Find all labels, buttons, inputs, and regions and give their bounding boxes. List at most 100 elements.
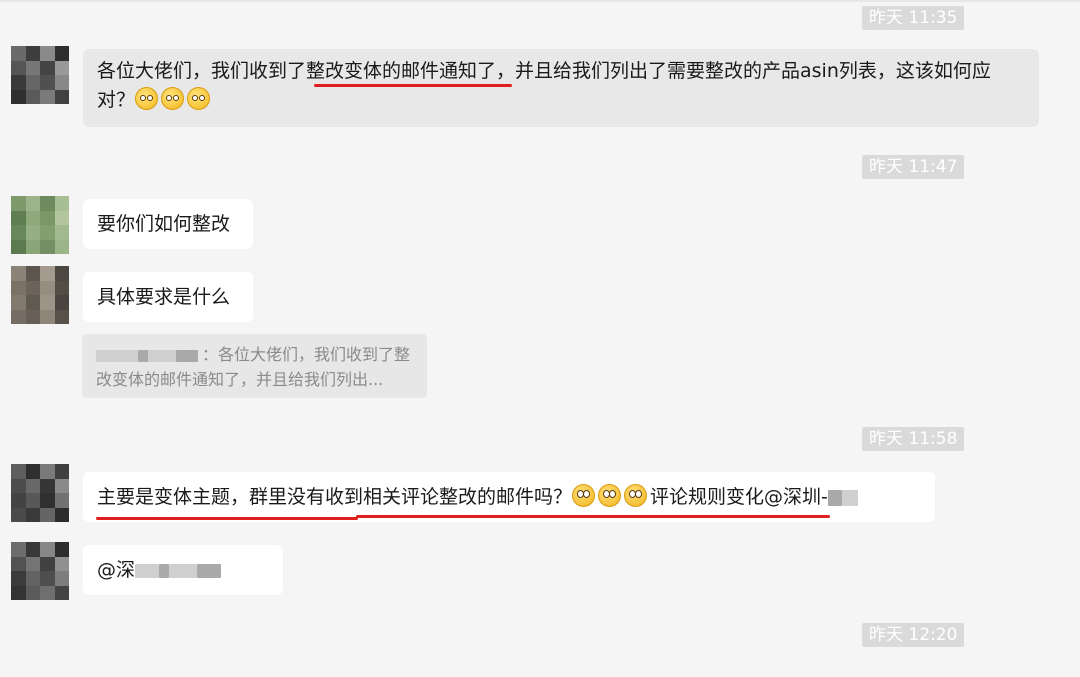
avatar-pixel [40,571,55,586]
avatar-pixel [54,75,69,90]
avatar-pixel [25,239,40,254]
avatar-pixel [25,507,40,522]
avatar-pixel [54,89,69,104]
redacted-name [197,563,222,578]
avatar-pixel [40,196,55,211]
avatar-pixel [11,196,26,211]
avatar-pixel [54,585,69,600]
avatar-pixel [40,60,55,75]
avatar-pixel [11,60,26,75]
avatar-pixel [11,239,26,254]
avatar-pixel [40,493,55,508]
avatar-pixel [25,46,40,61]
avatar-pixel [40,225,55,240]
avatar-pixel [54,556,69,571]
avatar-pixel [54,542,69,557]
avatar-pixel [11,225,26,240]
avatar-pixel [25,75,40,90]
avatar-pixel [25,478,40,493]
message-text: @深 [97,559,136,581]
avatar-pixel [25,60,40,75]
flushed-face-emoji [624,484,648,507]
avatar-pixel [54,196,69,211]
avatar-pixel [25,542,40,557]
avatar-pixel [54,493,69,508]
avatar-pixel [25,196,40,211]
avatar-pixel [11,89,26,104]
avatar-pixel [40,542,55,557]
avatar-pixel [25,464,40,479]
avatar[interactable] [11,542,69,600]
avatar-pixel [54,295,69,310]
message-bubble[interactable]: @深 [83,545,283,595]
avatar-pixel [11,556,26,571]
avatar-pixel [54,464,69,479]
message-text-continued: 评论规则变化@深圳- [650,486,828,508]
avatar-pixel [11,507,26,522]
avatar-pixel [11,280,26,295]
message-text: 具体要求是什么 [97,286,231,308]
message-text: 主要是变体主题，群里没有收到相关评论整改的邮件吗？ [97,486,573,508]
avatar-pixel [54,46,69,61]
flushed-face-emoji [572,484,596,507]
redacted-name [159,563,170,578]
avatar-pixel [40,556,55,571]
avatar-pixel [11,585,26,600]
avatar-pixel [25,493,40,508]
pleading-face-emoji [135,87,159,110]
redacted-name [841,489,858,506]
message-bubble[interactable]: 各位大佬们，我们收到了整改变体的邮件通知了，并且给我们列出了需要整改的产品asi… [83,49,1039,127]
avatar-pixel [25,295,40,310]
avatar-pixel [54,239,69,254]
avatar-pixel [40,280,55,295]
quoted-reply[interactable]: ：各位大佬们，我们收到了整改变体的邮件通知了，并且给我们列出... [82,334,427,398]
avatar-pixel [40,295,55,310]
avatar-pixel [11,478,26,493]
avatar-pixel [40,266,55,281]
quote-text: ：各位大佬们，我们收到了整改变体的邮件通知了，并且给我们列出... [96,345,411,389]
avatar-pixel [40,75,55,90]
pleading-face-emoji [187,87,211,110]
avatar-pixel [11,266,26,281]
avatar-pixel [11,210,26,225]
annotation-underline [96,517,358,520]
avatar-pixel [54,280,69,295]
message-text: 各位大佬们，我们收到了整改变体的邮件通知了，并且给我们列出了需要整改的产品asi… [97,60,991,111]
redacted-name [169,563,198,578]
avatar-pixel [11,571,26,586]
avatar-pixel [25,89,40,104]
top-divider [0,0,1080,2]
annotation-underline [314,84,512,87]
avatar[interactable] [11,196,69,254]
avatar-pixel [11,75,26,90]
avatar-pixel [25,266,40,281]
avatar-pixel [40,585,55,600]
avatar-pixel [11,542,26,557]
redacted-name [827,489,842,506]
avatar-pixel [25,585,40,600]
avatar-pixel [11,46,26,61]
avatar-pixel [11,295,26,310]
avatar-pixel [11,309,26,324]
timestamp: 昨天 11:35 [862,6,965,30]
timestamp: 昨天 11:58 [862,427,965,451]
avatar-pixel [11,464,26,479]
avatar-pixel [25,210,40,225]
avatar-pixel [11,493,26,508]
avatar-pixel [40,478,55,493]
avatar-pixel [40,89,55,104]
avatar-pixel [54,266,69,281]
avatar-pixel [40,464,55,479]
redacted-name [135,563,160,578]
avatar-pixel [25,280,40,295]
avatar-pixel [40,46,55,61]
avatar-pixel [54,309,69,324]
avatar-pixel [40,239,55,254]
avatar[interactable] [11,464,69,522]
message-bubble[interactable]: 要你们如何整改 [83,199,253,249]
annotation-underline [356,515,830,518]
pleading-face-emoji [161,87,185,110]
message-bubble[interactable]: 具体要求是什么 [83,272,253,322]
avatar[interactable] [11,266,69,324]
avatar[interactable] [11,46,69,104]
